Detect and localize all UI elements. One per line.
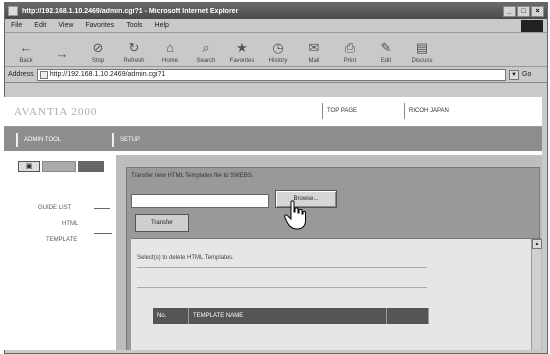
toolbar-stop-button[interactable]: ⊘ Stop <box>85 40 111 64</box>
toolbar-back-button[interactable]: ← Back <box>13 40 39 64</box>
toolbar-search-button[interactable]: ⌕ Search <box>193 40 219 64</box>
arrow-icon <box>94 208 110 209</box>
sidebar-link-template[interactable]: TEMPLATE <box>46 237 77 243</box>
tab-setup[interactable]: SETUP <box>112 133 172 147</box>
mail-icon: ✉ <box>308 40 320 55</box>
toolbar-label: Back <box>19 58 33 64</box>
address-input[interactable]: http://192.168.1.10.2469/admin.cgi?1 <box>36 68 506 81</box>
print-icon: ⎙ <box>344 40 356 55</box>
minimize-button[interactable]: _ <box>503 5 516 17</box>
toolbar-label: Stop <box>91 58 105 64</box>
monitor-icon: ▣ <box>18 161 40 172</box>
col-template-name: TEMPLATE NAME <box>189 308 387 324</box>
toolbar-label: Edit <box>380 58 392 64</box>
favorites-icon: ★ <box>236 40 248 55</box>
ricoh-japan-link[interactable]: RICOH JAPAN <box>404 103 484 119</box>
home-icon: ⌂ <box>166 40 174 55</box>
top-page-link[interactable]: TOP PAGE <box>322 103 394 119</box>
scroll-up-arrow-icon[interactable]: ▲ <box>532 239 542 249</box>
forward-arrow-icon: → <box>55 46 69 61</box>
page-header: AVANTIA 2000 TOP PAGE RICOH JAPAN <box>4 97 542 127</box>
toolbar-label: History <box>268 58 288 64</box>
address-dropdown-button[interactable]: ▼ <box>509 69 519 80</box>
sidebar-bar-light <box>42 161 76 172</box>
tab-admin-tool[interactable]: ADMIN TOOL <box>16 133 106 147</box>
toolbar-label: Mail <box>308 58 320 64</box>
template-table-header: No. TEMPLATE NAME <box>153 308 429 324</box>
tab-bar: ADMIN TOOL SETUP <box>4 127 542 151</box>
page-content: AVANTIA 2000 TOP PAGE RICOH JAPAN ADMIN … <box>4 97 542 350</box>
toolbar-label: Print <box>343 58 357 64</box>
upload-prompt: Transfer new HTML Templates file to SWEB… <box>131 173 254 179</box>
address-url: http://192.168.1.10.2469/admin.cgi?1 <box>49 71 166 78</box>
back-arrow-icon: ← <box>19 40 33 55</box>
divider <box>137 267 427 268</box>
close-button[interactable]: × <box>531 5 544 17</box>
go-button[interactable]: Go <box>522 71 544 78</box>
delete-instructions: Select(s) to delete HTML Templates. <box>137 255 234 261</box>
menu-help[interactable]: Help <box>155 22 169 29</box>
brand-logo: AVANTIA 2000 <box>14 106 98 118</box>
toolbar-label: Favorites <box>229 58 255 64</box>
address-label: Address <box>8 71 34 78</box>
upload-panel: Transfer new HTML Templates file to SWEB… <box>126 167 542 350</box>
divider <box>137 287 427 288</box>
hand-cursor-icon <box>284 200 306 230</box>
menu-view[interactable]: View <box>58 22 73 29</box>
toolbar-forward-button[interactable]: → <box>49 46 75 64</box>
toolbar-edit-button[interactable]: ✎ Edit <box>373 40 399 64</box>
title-bar: http://192.168.1.10.2469/admin.cgi?1 - M… <box>5 3 547 19</box>
toolbar-history-button[interactable]: ◷ History <box>265 40 291 64</box>
refresh-icon: ↻ <box>128 40 140 55</box>
toolbar-label: Search <box>196 58 216 64</box>
toolbar-refresh-button[interactable]: ↻ Refresh <box>121 40 147 64</box>
windows-logo <box>521 19 543 32</box>
main-panel: Transfer new HTML Templates file to SWEB… <box>116 155 542 350</box>
file-path-input[interactable] <box>131 194 269 208</box>
sidebar: ▣ GUIDE LIST HTML TEMPLATE <box>4 155 116 350</box>
address-bar: Address http://192.168.1.10.2469/admin.c… <box>5 67 547 83</box>
menu-favorites[interactable]: Favorites <box>85 22 114 29</box>
toolbar-discuss-button[interactable]: ▤ Discuss <box>409 40 435 64</box>
template-list-panel: Select(s) to delete HTML Templates. No. … <box>131 238 542 350</box>
menu-tools[interactable]: Tools <box>126 22 142 29</box>
transfer-button[interactable]: Transfer <box>135 214 189 232</box>
edit-icon: ✎ <box>380 40 392 55</box>
sidebar-bar-dark <box>78 161 104 172</box>
menu-edit[interactable]: Edit <box>34 22 46 29</box>
discuss-icon: ▤ <box>415 40 429 55</box>
col-blank <box>387 308 429 324</box>
toolbar-print-button[interactable]: ⎙ Print <box>337 40 363 64</box>
toolbar-mail-button[interactable]: ✉ Mail <box>301 40 327 64</box>
page-icon <box>39 70 48 79</box>
toolbar-label: Discuss <box>411 58 433 64</box>
vertical-scrollbar[interactable]: ▲ <box>531 239 542 350</box>
menu-bar: File Edit View Favorites Tools Help <box>5 19 547 33</box>
sidebar-icon-row: ▣ <box>18 161 104 172</box>
toolbar-home-button[interactable]: ⌂ Home <box>157 40 183 64</box>
search-icon: ⌕ <box>202 40 210 55</box>
menu-file[interactable]: File <box>11 22 22 29</box>
sidebar-link-guide-list[interactable]: GUIDE LIST <box>38 205 71 211</box>
maximize-button[interactable]: □ <box>517 5 530 17</box>
ie-app-icon <box>8 6 18 16</box>
sidebar-link-html[interactable]: HTML <box>62 221 78 227</box>
arrow-icon <box>94 233 112 234</box>
window-title: http://192.168.1.10.2469/admin.cgi?1 - M… <box>22 7 239 15</box>
col-no: No. <box>153 308 189 324</box>
stop-icon: ⊘ <box>92 40 104 55</box>
toolbar-label: Refresh <box>123 58 145 64</box>
toolbar-favorites-button[interactable]: ★ Favorites <box>229 40 255 64</box>
history-icon: ◷ <box>272 40 284 55</box>
toolbar: ← Back → ⊘ Stop ↻ Refresh ⌂ Home ⌕ Search ★ Favorite… <box>5 33 547 67</box>
toolbar-label: Home <box>161 58 178 64</box>
